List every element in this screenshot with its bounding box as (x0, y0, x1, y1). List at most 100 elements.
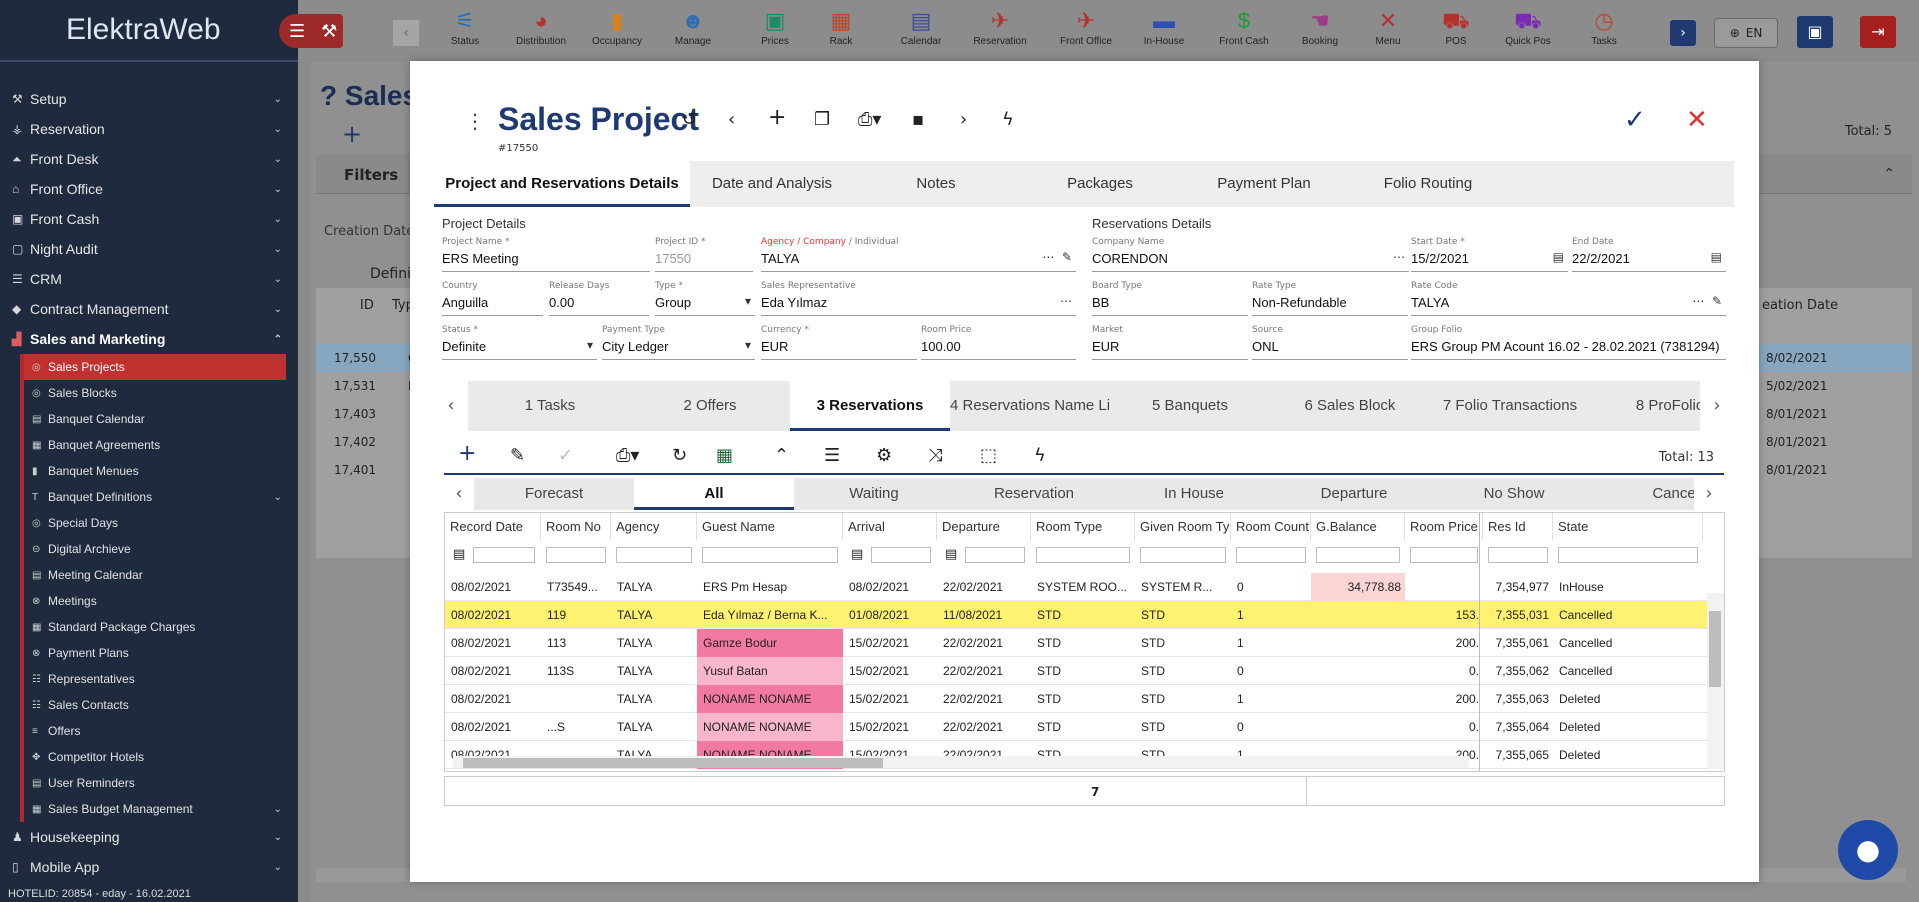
payment-type-select[interactable]: Payment Type City Ledger ▾ (602, 324, 755, 360)
agency-field[interactable]: Agency / Company / Individual TALYA ⋯ ✎ (761, 236, 1076, 272)
next-shortcuts-button[interactable]: › (1670, 20, 1696, 46)
lightning-icon[interactable]: ϟ (1034, 445, 1046, 466)
submenu-item-digital-archieve[interactable]: ⊝ Digital Archieve (24, 536, 298, 562)
filter-tab-no-show[interactable]: No Show (1434, 478, 1594, 510)
check-icon[interactable]: ✓ (558, 445, 573, 466)
sidebar-item-front-cash[interactable]: ▣ Front Cash ⌄ (0, 204, 298, 234)
company-more-icon[interactable]: ⋯ (1393, 250, 1405, 264)
filter-tab-all[interactable]: All (634, 478, 794, 510)
sidebar-item-sales-and-marketing[interactable]: ▟ Sales and Marketing ⌃ (0, 324, 298, 354)
table-row[interactable]: 08/02/2021 113 TALYA Gamze Bodur 15/02/2021 2… (445, 629, 1707, 657)
cash-register-button[interactable]: ▣ (1797, 16, 1833, 48)
filter-tab-departure[interactable]: Departure (1274, 478, 1434, 510)
submenu-item-standard-package-charges[interactable]: ▦ Standard Package Charges (24, 614, 298, 640)
scroll-left-icon[interactable]: ‹ (434, 381, 468, 431)
col-agency[interactable]: Agency (611, 513, 697, 541)
submenu-item-sales-blocks[interactable]: ◎ Sales Blocks (24, 380, 298, 406)
shortcut-distribution[interactable]: ◕ Distribution (503, 6, 579, 47)
sidebar-item-contract-management[interactable]: ◆ Contract Management ⌄ (0, 294, 298, 324)
submenu-item-banquet-agreements[interactable]: ▦ Banquet Agreements (24, 432, 298, 458)
country-field[interactable]: Country Anguilla (442, 280, 543, 316)
filter-input[interactable] (1036, 547, 1130, 563)
board-type-field[interactable]: Board Type BB (1092, 280, 1248, 316)
add-icon[interactable]: + (768, 105, 786, 130)
collapse-button[interactable]: ‹ (393, 20, 419, 46)
company-name-field[interactable]: Company Name CORENDON ⋯ (1092, 236, 1409, 272)
col-res-id[interactable]: Res Id (1483, 513, 1553, 541)
tab-folio-routing[interactable]: Folio Routing (1346, 161, 1510, 207)
logout-button[interactable]: ⇥ (1860, 16, 1896, 48)
col-g-balance[interactable]: G.Balance (1311, 513, 1405, 541)
submenu-item-meeting-calendar[interactable]: ▤ Meeting Calendar (24, 562, 298, 588)
col-record-date[interactable]: Record Date (445, 513, 541, 541)
source-field[interactable]: Source ONL (1252, 324, 1408, 360)
tab-packages[interactable]: Packages (1018, 161, 1182, 207)
print-icon[interactable]: ⎙▾ (616, 445, 639, 466)
shortcut-rack[interactable]: ▦ Rack (803, 6, 879, 47)
col-arrival[interactable]: Arrival (843, 513, 937, 541)
filter-input[interactable] (616, 547, 692, 563)
vertical-scroll-thumb[interactable] (1709, 611, 1721, 687)
submenu-item-special-days[interactable]: ◎ Special Days (24, 510, 298, 536)
table-row[interactable]: 08/02/2021 113S TALYA Yusuf Batan 15/02/2021… (445, 657, 1707, 685)
shortcut-manage[interactable]: ☻ Manage (655, 6, 731, 47)
release-days-field[interactable]: Release Days 0.00 (549, 280, 649, 316)
select-icon[interactable]: ⬚ (980, 445, 997, 466)
col-given-room-type[interactable]: Given Room Type (1135, 513, 1231, 541)
shortcut-occupancy[interactable]: ▮ Occupancy (579, 6, 655, 47)
scroll-right-icon[interactable]: › (1694, 478, 1724, 510)
add-icon[interactable]: + (342, 120, 362, 148)
submenu-item-banquet-calendar[interactable]: ▤ Banquet Calendar (24, 406, 298, 432)
filter-input[interactable] (1236, 547, 1306, 563)
submenu-item-user-reminders[interactable]: ▤ User Reminders (24, 770, 298, 796)
scroll-right-icon[interactable]: › (1700, 381, 1734, 431)
shortcut-front-office[interactable]: ✈ Front Office (1048, 6, 1124, 47)
sidebar-item-mobile-app[interactable]: ▯ Mobile App ⌄ (0, 852, 298, 882)
horizontal-scroll-thumb[interactable] (463, 758, 883, 768)
scroll-left-icon[interactable]: ‹ (444, 478, 474, 510)
sidebar-item-front-office[interactable]: ⌂ Front Office ⌄ (0, 174, 298, 204)
previous-icon[interactable]: ‹ (728, 109, 735, 130)
table-row[interactable]: 08/02/2021 TALYA NONAME NONAME 15/02/2021 22… (445, 685, 1707, 713)
agency-actions[interactable]: ⋯ ✎ (1042, 250, 1072, 264)
filter-input[interactable] (702, 547, 838, 563)
submenu-item-banquet-definitions[interactable]: T Banquet Definitions ⌄ (24, 484, 298, 510)
menu-toggle-button[interactable]: ☰ ⚒ (279, 14, 343, 48)
col-room-price[interactable]: Room Price (1405, 513, 1483, 541)
submenu-item-sales-projects[interactable]: ◎ Sales Projects (24, 354, 286, 380)
shortcut-status[interactable]: ⚟ Status (427, 6, 503, 47)
filter-tab-forecast[interactable]: Forecast (474, 478, 634, 510)
shortcut-quick-pos[interactable]: ⛟ Quick Pos (1490, 6, 1566, 47)
filter-input[interactable] (965, 547, 1025, 563)
submenu-item-sales-contacts[interactable]: ☷ Sales Contacts (24, 692, 298, 718)
sales-rep-more-icon[interactable]: ⋯ (1060, 294, 1072, 308)
filter-input[interactable] (473, 547, 535, 563)
calendar-icon[interactable]: ▤ (851, 547, 863, 562)
tab-date-and-analysis[interactable]: Date and Analysis (690, 161, 854, 207)
chat-icon[interactable]: ● (1838, 820, 1898, 880)
tab-payment-plan[interactable]: Payment Plan (1182, 161, 1346, 207)
subtab-2[interactable]: 2 Offers (630, 381, 790, 431)
close-icon[interactable]: ✕ (1686, 105, 1708, 135)
project-name-field[interactable]: Project Name * ERS Meeting (442, 236, 650, 272)
calendar-icon[interactable]: ▤ (1711, 250, 1722, 264)
save-icon[interactable]: ▪ (912, 109, 924, 130)
copy-icon[interactable]: ❐ (814, 109, 830, 130)
filter-tab-cance[interactable]: Cance (1594, 478, 1754, 510)
rate-code-field[interactable]: Rate Code TALYA ⋯ ✎ (1411, 280, 1726, 316)
submenu-item-meetings[interactable]: ⊗ Meetings (24, 588, 298, 614)
table-row[interactable]: 08/02/2021 T73549... TALYA ERS Pm Hesap 08/0… (445, 573, 1707, 601)
sidebar-item-reservation[interactable]: ⚶ Reservation ⌄ (0, 114, 298, 144)
type-select[interactable]: Type * Group ▾ (655, 280, 755, 316)
sidebar-item-setup[interactable]: ⚒ Setup ⌄ (0, 84, 298, 114)
col-room-count[interactable]: Room Count (1231, 513, 1311, 541)
submenu-item-sales-budget-management[interactable]: ▦ Sales Budget Management ⌄ (24, 796, 298, 822)
refresh-icon[interactable]: ↻ (672, 445, 687, 466)
submenu-item-representatives[interactable]: ☷ Representatives (24, 666, 298, 692)
filter-input[interactable] (871, 547, 931, 563)
tab-project-and-reservations-details[interactable]: Project and Reservations Details (434, 161, 690, 207)
calendar-icon[interactable]: ▤ (1553, 250, 1564, 264)
subtab-6[interactable]: 6 Sales Block (1270, 381, 1430, 431)
tab-notes[interactable]: Notes (854, 161, 1018, 207)
end-date-field[interactable]: End Date 22/2/2021 ▤ (1572, 236, 1726, 272)
